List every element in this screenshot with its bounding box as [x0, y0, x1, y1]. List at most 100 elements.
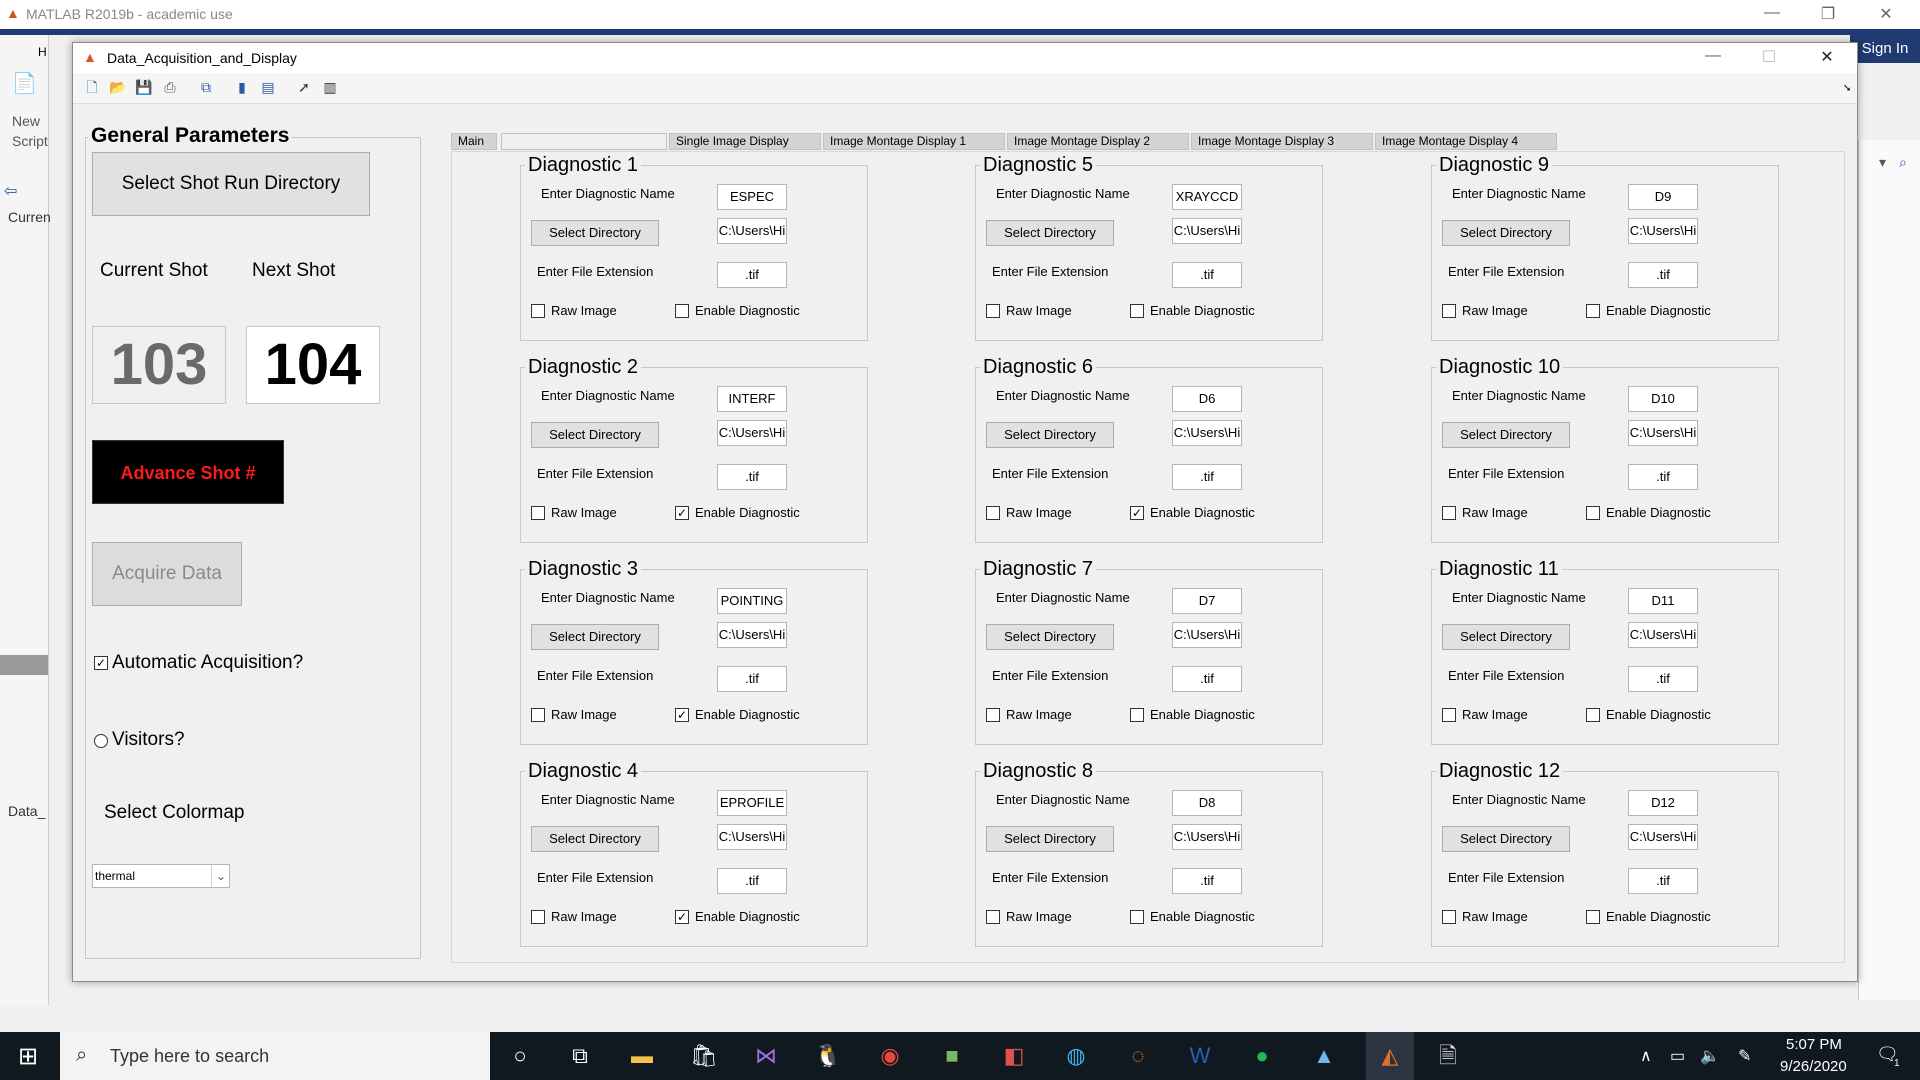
colormap-select[interactable]: thermal ⌄ [92, 864, 230, 888]
next-shot-display[interactable]: 104 [246, 326, 380, 404]
dropdown-arrow-icon[interactable]: ▾ [1879, 154, 1886, 171]
directory-input[interactable]: C:\Users\Hi [1628, 218, 1698, 244]
enable-diagnostic-checkbox[interactable]: ✓ [675, 910, 689, 924]
save-icon[interactable]: 💾 [133, 77, 155, 97]
matlab-close-icon[interactable]: ✕ [1866, 4, 1906, 24]
tab-image-montage-display-4[interactable]: Image Montage Display 4 [1375, 133, 1557, 150]
enable-diagnostic-checkbox[interactable]: ✓ [675, 708, 689, 722]
enable-diagnostic-checkbox[interactable] [1586, 506, 1600, 520]
link-plot-icon[interactable]: ⧉ [195, 77, 217, 97]
file-extension-input[interactable]: .tif [1628, 868, 1698, 894]
pen-icon[interactable]: ✎ [1738, 1046, 1751, 1066]
tab-blank[interactable] [501, 133, 667, 150]
diagnostic-name-input[interactable]: D6 [1172, 386, 1242, 412]
raw-image-checkbox[interactable] [986, 708, 1000, 722]
raw-image-checkbox[interactable] [986, 910, 1000, 924]
diagnostic-name-input[interactable]: D11 [1628, 588, 1698, 614]
figure-maximize-icon[interactable]: ☐ [1749, 47, 1789, 67]
file-extension-input[interactable]: .tif [1628, 666, 1698, 692]
windows-start-icon[interactable]: ⊞ [18, 1042, 38, 1071]
file-extension-input[interactable]: .tif [717, 262, 787, 288]
select-directory-button[interactable]: Select Directory [986, 826, 1114, 852]
select-directory-button[interactable]: Select Directory [1442, 624, 1570, 650]
battery-icon[interactable]: ▭ [1670, 1046, 1685, 1066]
raw-image-checkbox[interactable] [531, 708, 545, 722]
select-directory-button[interactable]: Select Directory [531, 220, 659, 246]
jupyter-icon[interactable]: ◌ [1122, 1040, 1154, 1072]
matlab-minimize-icon[interactable]: — [1752, 4, 1792, 24]
directory-input[interactable]: C:\Users\Hi [717, 420, 787, 446]
colorbar-icon[interactable]: ▮ [231, 77, 253, 97]
file-extension-input[interactable]: .tif [717, 666, 787, 692]
file-extension-input[interactable]: .tif [717, 464, 787, 490]
directory-input[interactable]: C:\Users\Hi [1172, 622, 1242, 648]
document-icon[interactable]: 🗎 [1432, 1040, 1464, 1072]
directory-input[interactable]: C:\Users\Hi [1628, 824, 1698, 850]
linux-icon[interactable]: 🐧 [812, 1040, 844, 1072]
enable-diagnostic-checkbox[interactable]: ✓ [1130, 506, 1144, 520]
new-script-label[interactable]: New Script [12, 111, 48, 151]
directory-input[interactable]: C:\Users\Hi [1172, 218, 1242, 244]
sign-in-button[interactable]: Sign In [1850, 35, 1920, 63]
legend-icon[interactable]: ▤ [257, 77, 279, 97]
tab-image-montage-display-3[interactable]: Image Montage Display 3 [1191, 133, 1373, 150]
select-directory-button[interactable]: Select Directory [531, 826, 659, 852]
select-directory-button[interactable]: Select Directory [531, 422, 659, 448]
advance-shot-button[interactable]: Advance Shot # [92, 440, 284, 504]
tab-main[interactable]: Main [451, 133, 497, 150]
file-explorer-icon[interactable]: ▬ [626, 1040, 658, 1072]
file-extension-input[interactable]: .tif [1172, 868, 1242, 894]
search-icon[interactable]: ⌕ [1899, 154, 1907, 171]
print-icon[interactable]: ⎙ [159, 77, 181, 97]
enable-diagnostic-checkbox[interactable]: ✓ [675, 506, 689, 520]
matlab-taskbar-icon[interactable]: ◭ [1374, 1040, 1406, 1072]
tab-image-montage-display-2[interactable]: Image Montage Display 2 [1007, 133, 1189, 150]
matlab-home-tab[interactable]: H [38, 45, 47, 59]
enable-diagnostic-checkbox[interactable] [1586, 910, 1600, 924]
word-icon[interactable]: W [1184, 1040, 1216, 1072]
taskbar-search-box[interactable]: ⌕ Type here to search [60, 1032, 490, 1080]
select-directory-button[interactable]: Select Directory [1442, 826, 1570, 852]
directory-input[interactable]: C:\Users\Hi [1628, 420, 1698, 446]
volume-icon[interactable]: 🔈 [1700, 1046, 1720, 1066]
clock-time[interactable]: 5:07 PM [1786, 1036, 1842, 1053]
raw-image-checkbox[interactable] [531, 506, 545, 520]
diagnostic-name-input[interactable]: INTERF [717, 386, 787, 412]
cortana-icon[interactable]: ○ [504, 1040, 536, 1072]
minecraft-icon[interactable]: ■ [936, 1040, 968, 1072]
tab-single-image-display[interactable]: Single Image Display [669, 133, 821, 150]
select-directory-button[interactable]: Select Directory [986, 220, 1114, 246]
file-extension-input[interactable]: .tif [717, 868, 787, 894]
directory-input[interactable]: C:\Users\Hi [717, 824, 787, 850]
raw-image-checkbox[interactable] [531, 304, 545, 318]
figure-minimize-icon[interactable]: — [1693, 47, 1733, 67]
select-directory-button[interactable]: Select Directory [986, 624, 1114, 650]
select-directory-button[interactable]: Select Directory [531, 624, 659, 650]
enable-diagnostic-checkbox[interactable] [1130, 910, 1144, 924]
select-directory-button[interactable]: Select Directory [1442, 220, 1570, 246]
diagnostic-name-input[interactable]: D7 [1172, 588, 1242, 614]
tray-chevron-icon[interactable]: ∧ [1640, 1046, 1652, 1066]
select-directory-button[interactable]: Select Directory [1442, 422, 1570, 448]
chevron-down-icon[interactable]: ⌄ [211, 865, 230, 887]
new-figure-icon[interactable]: 🗋 [81, 77, 103, 97]
diagnostic-name-input[interactable]: ESPEC [717, 184, 787, 210]
raw-image-checkbox[interactable] [986, 304, 1000, 318]
raw-image-checkbox[interactable] [1442, 708, 1456, 722]
file-extension-input[interactable]: .tif [1172, 666, 1242, 692]
enable-diagnostic-checkbox[interactable] [1130, 708, 1144, 722]
diagnostic-name-input[interactable]: D9 [1628, 184, 1698, 210]
property-inspector-icon[interactable]: ▥ [319, 77, 341, 97]
diagnostic-name-input[interactable]: D8 [1172, 790, 1242, 816]
raw-image-checkbox[interactable] [531, 910, 545, 924]
toolbar-overflow-icon[interactable]: ➘ [1843, 83, 1851, 94]
back-arrow-icon[interactable]: ⇦ [4, 181, 17, 201]
clock-date[interactable]: 9/26/2020 [1780, 1058, 1847, 1075]
visitors-radio[interactable] [94, 734, 108, 748]
spotify-icon[interactable]: ● [1246, 1040, 1278, 1072]
enable-diagnostic-checkbox[interactable] [1130, 304, 1144, 318]
tab-image-montage-display-1[interactable]: Image Montage Display 1 [823, 133, 1005, 150]
open-file-icon[interactable]: 📂 [107, 77, 129, 97]
diagnostic-name-input[interactable]: EPROFILE [717, 790, 787, 816]
raw-image-checkbox[interactable] [986, 506, 1000, 520]
